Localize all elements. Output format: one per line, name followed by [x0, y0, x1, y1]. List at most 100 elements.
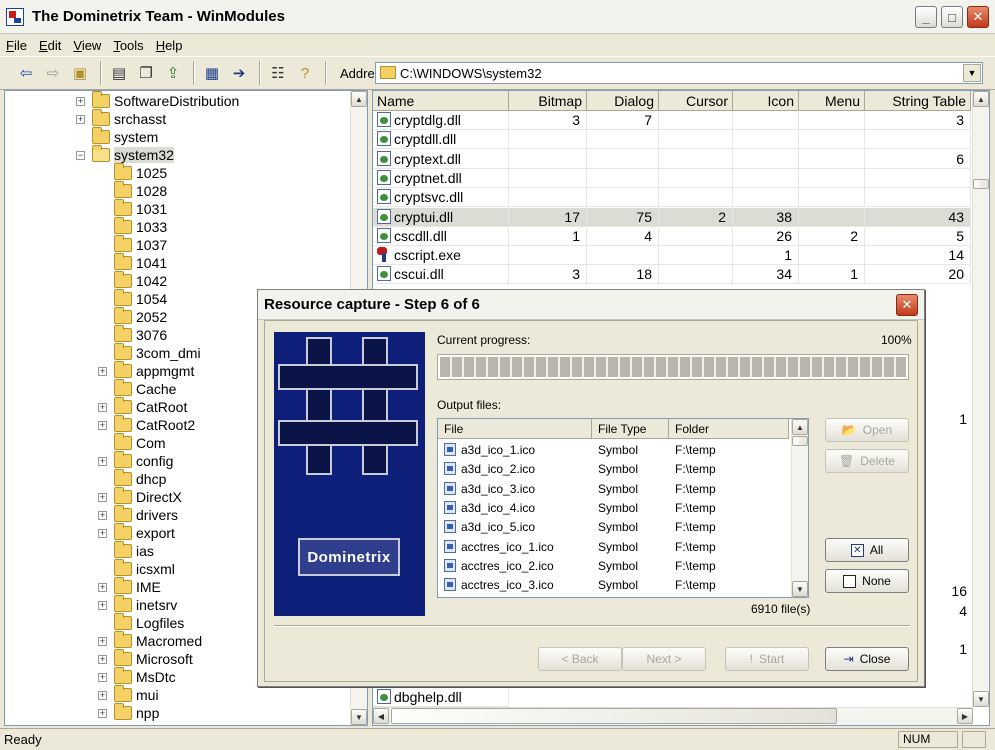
tree-item[interactable]: 1054 — [98, 289, 167, 308]
delete-button[interactable]: 🗑 Delete — [825, 449, 909, 473]
tree-item[interactable]: 3com_dmi — [98, 343, 201, 362]
tree-item[interactable]: − system32 — [76, 145, 174, 164]
tree-item[interactable]: ias — [98, 541, 154, 560]
dialog-close-button[interactable]: ✕ — [896, 294, 918, 316]
tree-item[interactable]: icsxml — [98, 559, 175, 578]
column-header[interactable]: Cursor — [659, 91, 733, 111]
maximize-button[interactable]: □ — [941, 6, 963, 28]
column-header[interactable]: Name — [373, 91, 509, 111]
tree-item[interactable]: 1028 — [98, 181, 167, 200]
tree-item[interactable]: + Microsoft — [98, 649, 193, 668]
tree-item[interactable]: + SoftwareDistribution — [76, 91, 239, 110]
select-none-button[interactable]: None — [825, 569, 909, 593]
table-row[interactable]: cryptnet.dll — [373, 168, 971, 188]
list-item[interactable]: acctres_ico_1.ico Symbol F:\temp — [438, 538, 789, 557]
files-scrollbar[interactable]: ▲ ▼ — [791, 419, 808, 597]
list-view-icon[interactable]: ☷ — [266, 61, 290, 85]
table-row[interactable]: cryptext.dll 6 — [373, 149, 971, 169]
expand-icon[interactable]: + — [76, 96, 85, 106]
table-row[interactable]: dbghelp.dll — [373, 688, 509, 707]
address-input[interactable]: C:\WINDOWS\system32 ▼ — [375, 62, 983, 84]
collapse-icon[interactable]: − — [76, 150, 85, 160]
list-item[interactable]: a3d_ico_4.ico Symbol F:\temp — [438, 499, 789, 518]
tree-item[interactable]: 3076 — [98, 325, 167, 344]
expand-icon[interactable]: + — [98, 636, 107, 646]
table-row[interactable]: cscdll.dll 1 4 26 2 5 — [373, 226, 971, 246]
column-header[interactable]: File — [438, 419, 592, 439]
expand-icon[interactable]: + — [98, 402, 107, 412]
table-row[interactable]: cryptdll.dll — [373, 130, 971, 150]
app-icon[interactable] — [6, 7, 24, 26]
dialog-close-action-button[interactable]: ⇥ Close — [825, 647, 909, 671]
tree-item[interactable]: + drivers — [98, 505, 178, 524]
table-row[interactable]: cscui.dll 3 18 34 1 20 — [373, 265, 971, 285]
grid-view-icon[interactable]: ▦ — [200, 61, 224, 85]
expand-icon[interactable]: + — [98, 528, 107, 538]
scroll-down-icon[interactable]: ▼ — [792, 581, 808, 597]
tree-item[interactable]: 1033 — [98, 217, 167, 236]
expand-icon[interactable]: + — [98, 366, 107, 376]
column-header[interactable]: Dialog — [587, 91, 659, 111]
tree-item[interactable]: + Macromed — [98, 631, 202, 650]
column-header[interactable]: Bitmap — [509, 91, 587, 111]
tree-item[interactable]: dhcp — [98, 469, 166, 488]
expand-icon[interactable]: + — [98, 708, 107, 718]
tree-item[interactable]: + inetsrv — [98, 595, 177, 614]
column-header[interactable]: String Table — [865, 91, 971, 111]
expand-icon[interactable]: + — [76, 114, 85, 124]
list-item[interactable]: a3d_ico_2.ico Symbol F:\temp — [438, 460, 789, 479]
column-header[interactable]: Folder — [669, 419, 789, 439]
forward-arrow-icon[interactable]: ⇨ — [41, 61, 65, 85]
tree-item[interactable]: + CatRoot2 — [98, 415, 195, 434]
export-icon[interactable]: ⇪ — [161, 61, 185, 85]
tree-item[interactable]: + MsDtc — [98, 667, 176, 686]
list-item[interactable]: a3d_ico_5.ico Symbol F:\temp — [438, 518, 789, 537]
scroll-up-icon[interactable]: ▲ — [973, 91, 989, 107]
tree-item[interactable]: + export — [98, 523, 175, 542]
next-button[interactable]: Next > — [622, 647, 706, 671]
tree-item[interactable]: Cache — [98, 379, 176, 398]
menu-view[interactable]: View — [73, 38, 101, 53]
scroll-up-icon[interactable]: ▲ — [792, 419, 808, 435]
expand-icon[interactable]: + — [98, 672, 107, 682]
up-folder-icon[interactable]: ▣ — [68, 61, 92, 85]
expand-icon[interactable]: + — [98, 492, 107, 502]
tree-item[interactable]: + srchasst — [76, 109, 166, 128]
properties-icon[interactable]: ▤ — [107, 61, 131, 85]
list-item[interactable]: acctres_ico_2.ico Symbol F:\temp — [438, 557, 789, 576]
column-header[interactable]: File Type — [592, 419, 669, 439]
expand-icon[interactable]: + — [98, 510, 107, 520]
expand-icon[interactable]: + — [98, 456, 107, 466]
output-files-list[interactable]: File File Type Folder a3d_ico_1.ico Symbol F… — [437, 418, 809, 598]
back-button[interactable]: < Back — [538, 647, 622, 671]
scroll-right-icon[interactable]: ▶ — [957, 708, 973, 724]
scroll-left-icon[interactable]: ◀ — [373, 708, 389, 724]
resize-grip[interactable] — [962, 731, 986, 748]
tree-item[interactable]: + npp — [98, 703, 159, 722]
start-button[interactable]: ! Start — [725, 647, 809, 671]
tree-item[interactable]: + IME — [98, 577, 161, 596]
expand-icon[interactable]: + — [98, 420, 107, 430]
expand-icon[interactable]: + — [98, 654, 107, 664]
hscroll-thumb[interactable] — [391, 708, 837, 724]
expand-icon[interactable]: + — [98, 690, 107, 700]
scroll-down-icon[interactable]: ▼ — [351, 709, 367, 725]
scroll-thumb[interactable] — [792, 436, 808, 446]
tree-item[interactable]: + DirectX — [98, 487, 182, 506]
scroll-up-icon[interactable]: ▲ — [351, 91, 367, 107]
table-row[interactable]: cryptdlg.dll 3 7 3 — [373, 111, 971, 130]
list-scrollbar[interactable]: ▲ ▼ — [972, 91, 989, 707]
tree-item[interactable]: 1031 — [98, 199, 167, 218]
table-row[interactable]: cryptsvc.dll — [373, 188, 971, 208]
tree-item[interactable]: 1042 — [98, 271, 167, 290]
menu-tools[interactable]: Tools — [113, 38, 143, 53]
tree-item[interactable]: Com — [98, 433, 166, 452]
tree-item[interactable]: 2052 — [98, 307, 167, 326]
expand-icon[interactable]: + — [98, 582, 107, 592]
open-button[interactable]: 📂 Open — [825, 418, 909, 442]
column-header[interactable]: Menu — [799, 91, 865, 111]
tree-item[interactable]: + CatRoot — [98, 397, 187, 416]
tree-item[interactable]: 1025 — [98, 163, 167, 182]
copy-icon[interactable]: ❐ — [134, 61, 158, 85]
tree-item[interactable]: + mui — [98, 685, 159, 704]
